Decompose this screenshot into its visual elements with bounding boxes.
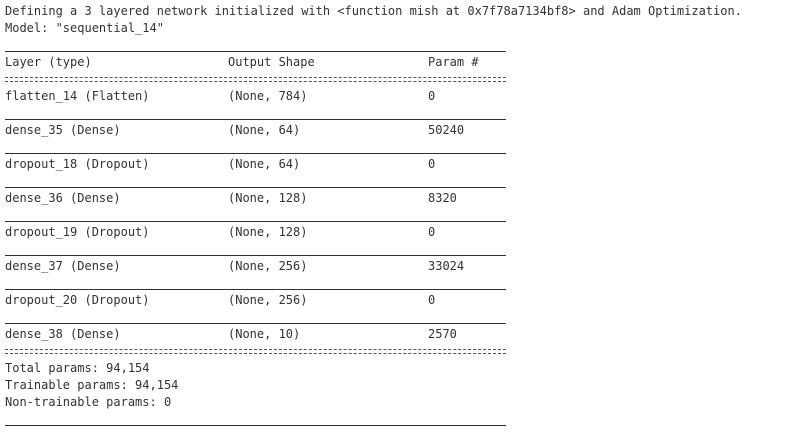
layer-name: dropout_20 (Dropout)	[5, 293, 150, 307]
table-row: dropout_19 (Dropout) (None, 128) 0	[5, 224, 506, 241]
row-divider	[5, 139, 506, 156]
layer-output-shape: (None, 128)	[228, 191, 308, 205]
model-summary-table: Layer (type) Output Shape Param # flatte…	[5, 37, 506, 428]
row-divider	[5, 207, 506, 224]
layer-params: 8320	[428, 191, 457, 205]
layer-output-shape: (None, 256)	[228, 293, 308, 307]
table-row: dropout_18 (Dropout) (None, 64) 0	[5, 156, 506, 173]
row-divider	[5, 309, 506, 326]
intro-line: Defining a 3 layered network initialized…	[5, 4, 742, 18]
table-row: dropout_20 (Dropout) (None, 256) 0	[5, 292, 506, 309]
header-row: Layer (type) Output Shape Param #	[5, 54, 506, 71]
row-divider	[5, 173, 506, 190]
model-name-line: Model: "sequential_14"	[5, 21, 164, 35]
layer-params: 2570	[428, 327, 457, 341]
layer-name: flatten_14 (Flatten)	[5, 89, 150, 103]
header-layer: Layer (type)	[5, 55, 92, 69]
layer-name: dense_36 (Dense)	[5, 191, 121, 205]
layer-params: 0	[428, 157, 436, 171]
header-output-shape: Output Shape	[228, 55, 315, 69]
layer-output-shape: (None, 128)	[228, 225, 308, 239]
layer-params: 33024	[428, 259, 465, 273]
layer-name: dropout_19 (Dropout)	[5, 225, 150, 239]
non-trainable-params: Non-trainable params: 0	[5, 395, 172, 409]
layer-params: 0	[428, 293, 436, 307]
layer-params: 50240	[428, 123, 465, 137]
layer-name: dense_37 (Dense)	[5, 259, 121, 273]
totals-divider	[5, 343, 506, 360]
layer-output-shape: (None, 10)	[228, 327, 301, 341]
row-divider	[5, 275, 506, 292]
layer-output-shape: (None, 64)	[228, 157, 301, 171]
layer-name: dense_38 (Dense)	[5, 327, 121, 341]
table-row: flatten_14 (Flatten) (None, 784) 0	[5, 88, 506, 105]
table-row: dense_35 (Dense) (None, 64) 50240	[5, 122, 506, 139]
header-params: Param #	[428, 55, 479, 69]
layer-params: 0	[428, 89, 436, 103]
layer-output-shape: (None, 784)	[228, 89, 308, 103]
table-row: dense_36 (Dense) (None, 128) 8320	[5, 190, 506, 207]
layer-params: 0	[428, 225, 436, 239]
table-row: dense_38 (Dense) (None, 10) 2570	[5, 326, 506, 343]
layer-output-shape: (None, 256)	[228, 259, 308, 273]
row-divider	[5, 241, 506, 258]
top-divider	[5, 37, 506, 54]
total-params: Total params: 94,154	[5, 361, 150, 375]
bottom-divider	[5, 411, 506, 428]
layer-name: dense_35 (Dense)	[5, 123, 121, 137]
header-divider	[5, 71, 506, 88]
row-divider	[5, 105, 506, 122]
cell-output: Defining a 3 layered network initialized…	[5, 3, 791, 428]
table-row: dense_37 (Dense) (None, 256) 33024	[5, 258, 506, 275]
trainable-params: Trainable params: 94,154	[5, 378, 179, 392]
layer-name: dropout_18 (Dropout)	[5, 157, 150, 171]
layer-output-shape: (None, 64)	[228, 123, 301, 137]
